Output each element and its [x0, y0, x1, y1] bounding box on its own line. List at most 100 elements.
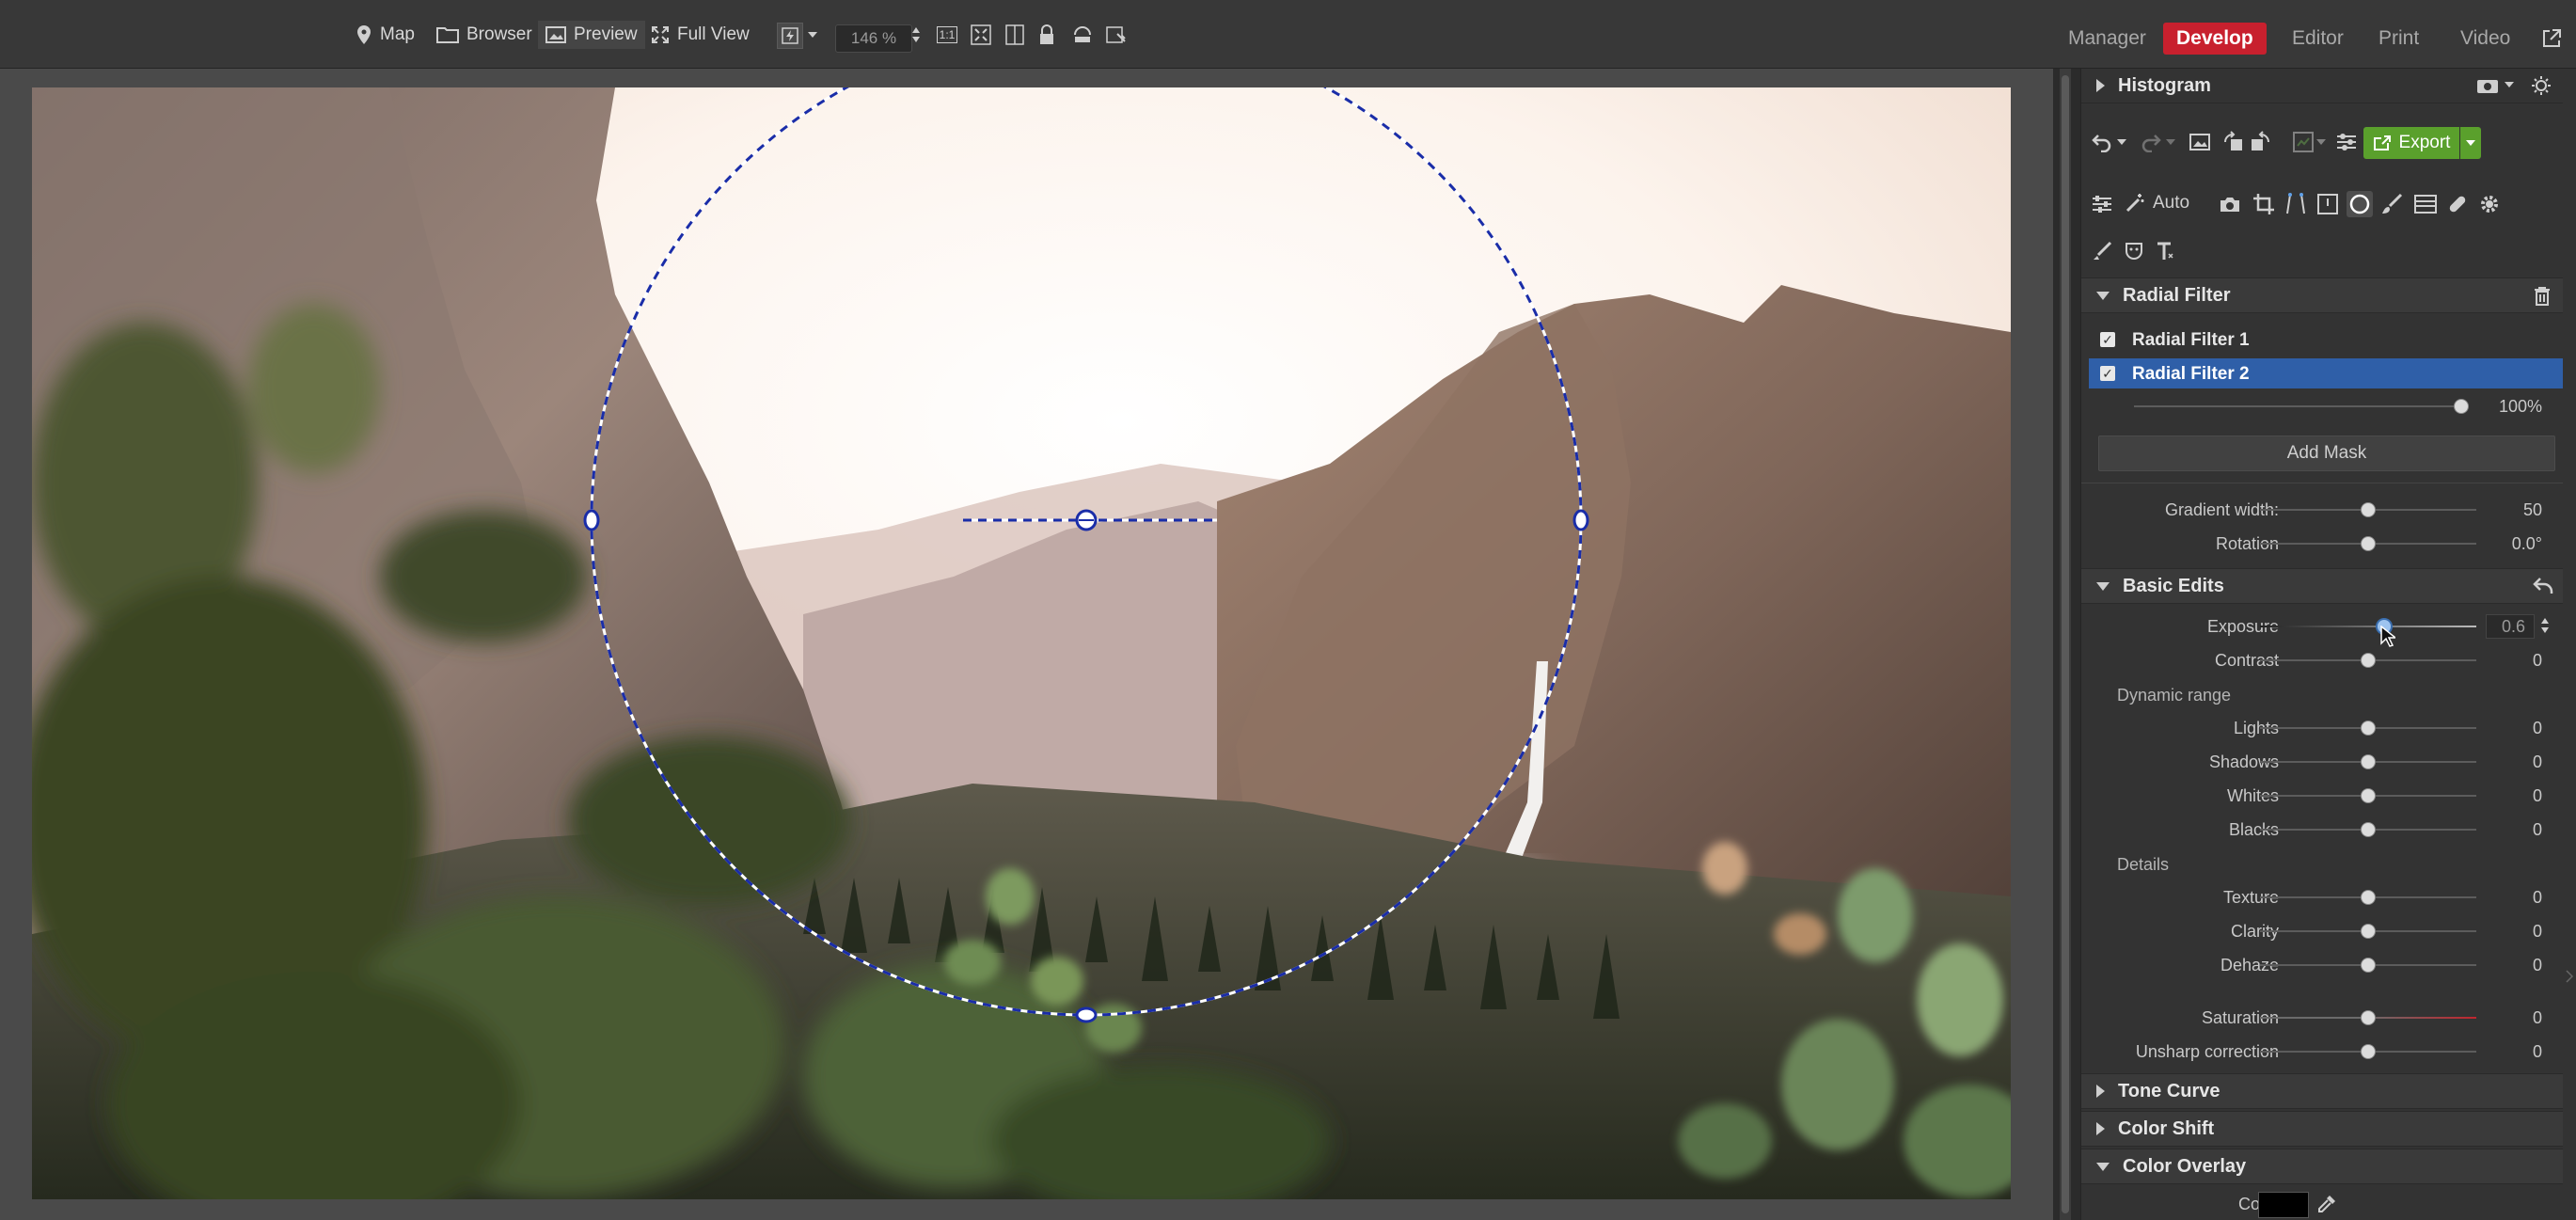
proof-button[interactable] [1104, 23, 1129, 47]
zoom-stepper[interactable] [909, 23, 924, 47]
radial-filter-right-handle[interactable] [1572, 509, 1589, 531]
reset-icon[interactable] [2533, 577, 2553, 595]
gradient-width-knob[interactable] [2361, 502, 2376, 517]
chevron-right-icon [2566, 970, 2574, 983]
texture-knob[interactable] [2361, 890, 2376, 905]
basic-edits-header[interactable]: Basic Edits [2081, 568, 2563, 604]
clarity-knob[interactable] [2361, 924, 2376, 939]
chevron-down-icon[interactable] [2505, 82, 2514, 88]
export-button[interactable]: Export [2363, 127, 2459, 159]
adjust-settings-button[interactable] [2333, 129, 2360, 155]
rotate-left-button[interactable] [2220, 129, 2247, 155]
color-swatch[interactable] [2258, 1192, 2309, 1218]
retouch-tool-button[interactable] [2444, 191, 2471, 217]
preview-button[interactable]: Preview [538, 21, 645, 49]
radial-filter-left-handle[interactable] [583, 509, 600, 531]
zoom-1-1-button[interactable]: 1:1 [935, 23, 959, 47]
undo-button[interactable] [2089, 129, 2115, 155]
map-button[interactable]: Map [356, 21, 415, 49]
dehaze-knob[interactable] [2361, 958, 2376, 973]
canvas-scrollbar-thumb[interactable] [2062, 75, 2069, 1213]
split-view-button[interactable] [1003, 23, 1027, 47]
highlight-warning-button[interactable] [1070, 23, 1095, 47]
full-view-button[interactable]: Full View [651, 21, 750, 49]
stepper-arrows-icon [912, 27, 920, 42]
color-shift-title: Color Shift [2118, 1117, 2215, 1139]
split-icon [1005, 24, 1024, 45]
chevron-right-icon [2096, 1122, 2105, 1135]
histogram-header[interactable]: Histogram [2081, 69, 2563, 103]
presets-dropdown[interactable] [2315, 129, 2328, 155]
add-mask-button[interactable]: Add Mask [2098, 436, 2555, 471]
filter-1-checkbox[interactable]: ✓ [2100, 332, 2115, 347]
radial-filter-bottom-handle[interactable] [1075, 1006, 1098, 1023]
camera-icon[interactable] [2476, 77, 2499, 94]
fit-button[interactable] [969, 23, 993, 47]
radial-filter-header[interactable]: Radial Filter [2081, 277, 2563, 313]
all-tools-button[interactable] [2089, 191, 2115, 217]
clone-tool-button[interactable] [2089, 238, 2115, 264]
undo-history-dropdown[interactable] [2115, 129, 2128, 155]
flash-compare-button[interactable] [777, 23, 803, 49]
filter-2-checkbox[interactable]: ✓ [2100, 366, 2115, 381]
blacks-row: Blacks 0 [2081, 814, 2563, 846]
photo-preview[interactable] [32, 87, 2011, 1199]
presets-button[interactable] [2290, 129, 2316, 155]
rotate-right-button[interactable] [2247, 129, 2273, 155]
settings-tool-button[interactable] [2476, 191, 2503, 217]
stepper-arrows-icon[interactable] [2540, 616, 2550, 635]
texture-row: Texture 0 [2081, 881, 2563, 913]
frame-tool-button[interactable] [2315, 191, 2341, 217]
tab-develop[interactable]: Develop [2163, 23, 2267, 55]
red-eye-tool-button[interactable] [2121, 238, 2147, 264]
trash-icon[interactable] [2533, 286, 2552, 307]
rotation-knob[interactable] [2361, 536, 2376, 551]
opacity-slider-track[interactable] [2134, 405, 2469, 407]
tab-video[interactable]: Video [2460, 23, 2510, 55]
tone-curve-header[interactable]: Tone Curve [2081, 1073, 2563, 1109]
zoom-input[interactable]: 146 % [835, 24, 912, 53]
radial-filter-tool-button[interactable] [2347, 191, 2373, 217]
text-tool-button[interactable] [2153, 238, 2179, 264]
lights-knob[interactable] [2361, 721, 2376, 736]
chevron-down-icon [2466, 139, 2475, 146]
brush-tool-button[interactable] [2378, 191, 2405, 217]
blacks-knob[interactable] [2361, 822, 2376, 837]
details-heading: Details [2117, 855, 2170, 874]
filter-list-item[interactable]: ✓ Radial Filter 1 [2089, 326, 2563, 355]
gradient-tool-button[interactable] [2412, 191, 2439, 217]
chevron-down-icon [808, 32, 817, 38]
compare-dropdown[interactable] [805, 23, 820, 47]
color-shift-header[interactable]: Color Shift [2081, 1111, 2563, 1147]
tab-manager[interactable]: Manager [2068, 23, 2146, 55]
panel-collapse-handle[interactable] [2565, 969, 2574, 984]
rotation-row: Rotation 0.0° [2081, 528, 2563, 560]
eyedropper-icon[interactable] [2316, 1194, 2337, 1214]
shadows-knob[interactable] [2361, 754, 2376, 769]
lock-button[interactable] [1035, 23, 1059, 47]
color-overlay-header[interactable]: Color Overlay [2081, 1149, 2563, 1184]
browser-button[interactable]: Browser [436, 21, 532, 49]
filter-list-item-selected[interactable]: ✓ Radial Filter 2 [2089, 358, 2563, 388]
perspective-tool-button[interactable] [2283, 191, 2309, 217]
unsharp-knob[interactable] [2361, 1044, 2376, 1059]
external-window-button[interactable] [2539, 26, 2564, 51]
camera-tool-button[interactable] [2217, 191, 2243, 217]
crop-tool-button[interactable] [2251, 191, 2277, 217]
perspective-icon [2286, 193, 2305, 214]
original-preview-button[interactable] [2187, 129, 2213, 155]
auto-button[interactable]: Auto [2125, 193, 2189, 214]
exposure-slider[interactable] [2260, 626, 2476, 627]
saturation-knob[interactable] [2361, 1010, 2376, 1025]
tab-print[interactable]: Print [2378, 23, 2419, 55]
redo-history-dropdown[interactable] [2164, 129, 2177, 155]
whites-knob[interactable] [2361, 788, 2376, 803]
opacity-slider-knob[interactable] [2454, 399, 2469, 414]
radial-filter-center-handle[interactable] [1075, 509, 1098, 531]
tab-editor[interactable]: Editor [2292, 23, 2344, 55]
radial-filter-overlay[interactable] [32, 87, 2011, 1199]
export-dropdown[interactable] [2460, 127, 2481, 159]
redo-button[interactable] [2138, 129, 2164, 155]
sun-icon[interactable] [2531, 75, 2552, 96]
contrast-knob[interactable] [2361, 653, 2376, 668]
